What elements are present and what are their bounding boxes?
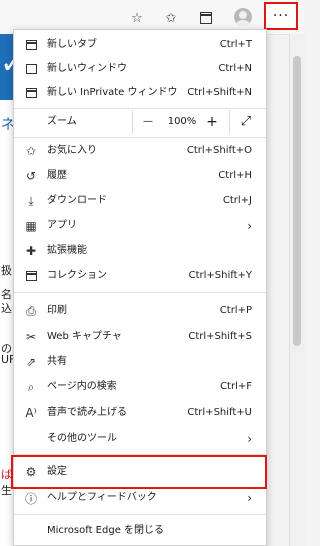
more-button[interactable]: ···: [264, 2, 298, 30]
menu-item-label: 新しいタブ: [47, 39, 97, 50]
menu-item-label: 音声で読み上げる: [47, 407, 127, 418]
menu-item-extensions[interactable]: ✚ 拡張機能: [14, 239, 266, 263]
menu-item-web-capture[interactable]: ✂ Web キャプチャ Ctrl+Shift+S: [14, 325, 266, 349]
menu-item-label: ダウンロード: [47, 195, 107, 206]
settings-highlight-box: [11, 455, 267, 489]
menu-item-collections[interactable]: コレクション Ctrl+Shift+Y: [14, 264, 266, 288]
menu-item-share[interactable]: ⇗ 共有: [14, 350, 266, 374]
menu-item-shortcut: Ctrl+Shift+Y: [188, 270, 252, 281]
history-icon: ↺: [25, 169, 37, 183]
zoom-label: ズーム: [47, 116, 77, 127]
zoom-in-button[interactable]: +: [202, 110, 222, 134]
scrollbar-thumb[interactable]: [293, 56, 301, 346]
collections-icon: [22, 267, 40, 285]
menu-item-shortcut: Ctrl+Shift+N: [187, 87, 252, 98]
menu-item-new-window[interactable]: 新しいウィンドウ Ctrl+N: [14, 57, 266, 81]
favorites-icon[interactable]: ✩: [160, 7, 182, 29]
inprivate-icon: [22, 84, 40, 102]
menu-item-shortcut: Ctrl+Shift+S: [188, 331, 252, 342]
menu-item-label: ページ内の検索: [47, 381, 117, 392]
menu-item-label: その他のツール: [47, 433, 117, 444]
menu-item-read-aloud[interactable]: A⁾ 音声で読み上げる Ctrl+Shift+U: [14, 401, 266, 425]
menu-item-history[interactable]: ↺ 履歴 Ctrl+H: [14, 164, 266, 188]
menu-item-label: ヘルプとフィードバック: [47, 492, 157, 503]
menu-divider: [14, 292, 266, 293]
download-icon: ⤓: [28, 193, 34, 208]
new-window-icon: [22, 60, 40, 78]
menu-item-shortcut: Ctrl+Shift+U: [187, 407, 252, 418]
zoom-separator: [229, 110, 230, 134]
menu-item-label: アプリ: [47, 220, 77, 231]
print-icon: ⎙: [26, 303, 36, 318]
help-icon: ⓘ: [24, 491, 37, 506]
menu-item-print[interactable]: ⎙ 印刷 Ctrl+P: [14, 299, 266, 323]
chevron-right-icon: ›: [247, 491, 252, 505]
menu-item-label: Web キャプチャ: [47, 331, 122, 342]
apps-icon: ▦: [25, 219, 37, 233]
menu-item-label: 新しいウィンドウ: [47, 63, 127, 74]
fullscreen-button[interactable]: ⤢: [236, 110, 256, 134]
settings-and-more-menu: 新しいタブ Ctrl+T 新しいウィンドウ Ctrl+N 新しい InPriva…: [11, 29, 267, 546]
profile-avatar[interactable]: [234, 8, 252, 26]
menu-item-shortcut: Ctrl+H: [218, 170, 252, 181]
zoom-separator: [132, 110, 133, 134]
menu-item-shortcut: Ctrl+T: [219, 39, 252, 50]
chevron-right-icon: ›: [247, 432, 252, 446]
menu-item-label: コレクション: [47, 270, 107, 281]
menu-item-label: お気に入り: [47, 145, 97, 156]
web-capture-icon: ✂: [25, 330, 37, 344]
share-icon: ⇗: [25, 355, 37, 369]
menu-item-label: 履歴: [47, 170, 67, 181]
find-on-page-icon: ⌕: [27, 379, 35, 394]
menu-item-label: 共有: [47, 356, 67, 367]
zoom-level: 100%: [167, 116, 197, 127]
menu-item-zoom: ズーム — 100% + ⤢: [14, 110, 266, 134]
read-aloud-icon: A⁾: [25, 406, 37, 420]
menu-item-shortcut: Ctrl+J: [222, 195, 252, 206]
page-scrollbar[interactable]: [289, 34, 305, 546]
menu-item-shortcut: Ctrl+N: [218, 63, 252, 74]
menu-item-shortcut: Ctrl+P: [219, 305, 252, 316]
menu-item-apps[interactable]: ▦ アプリ ›: [14, 214, 266, 238]
chevron-right-icon: ›: [247, 219, 252, 233]
new-tab-icon: [22, 36, 40, 54]
menu-item-new-inprivate-window[interactable]: 新しい InPrivate ウィンドウ Ctrl+Shift+N: [14, 81, 266, 105]
menu-divider: [14, 108, 266, 109]
menu-item-shortcut: Ctrl+Shift+O: [186, 145, 252, 156]
menu-item-label: 新しい InPrivate ウィンドウ: [47, 87, 178, 98]
extensions-icon: ✚: [25, 244, 37, 258]
menu-item-new-tab[interactable]: 新しいタブ Ctrl+T: [14, 33, 266, 57]
add-to-favorites-icon[interactable]: ☆: [126, 7, 148, 29]
menu-item-downloads[interactable]: ⤓ ダウンロード Ctrl+J: [14, 189, 266, 213]
collections-icon[interactable]: [195, 7, 217, 29]
menu-divider: [14, 514, 266, 515]
menu-item-label: 拡張機能: [47, 245, 87, 256]
menu-item-find-on-page[interactable]: ⌕ ページ内の検索 Ctrl+F: [14, 375, 266, 399]
menu-item-help-and-feedback[interactable]: ⓘ ヘルプとフィードバック ›: [14, 486, 266, 510]
menu-divider: [14, 137, 266, 138]
menu-item-label: 印刷: [47, 305, 67, 316]
zoom-out-button[interactable]: —: [138, 110, 158, 134]
menu-item-shortcut: Ctrl+F: [220, 381, 252, 392]
menu-item-close-edge[interactable]: Microsoft Edge を閉じる: [14, 519, 266, 543]
menu-item-favorites[interactable]: ✩ お気に入り Ctrl+Shift+O: [14, 139, 266, 163]
menu-item-more-tools[interactable]: その他のツール ›: [14, 427, 266, 451]
menu-item-label: Microsoft Edge を閉じる: [47, 525, 165, 536]
favorites-icon: ✩: [25, 144, 37, 158]
